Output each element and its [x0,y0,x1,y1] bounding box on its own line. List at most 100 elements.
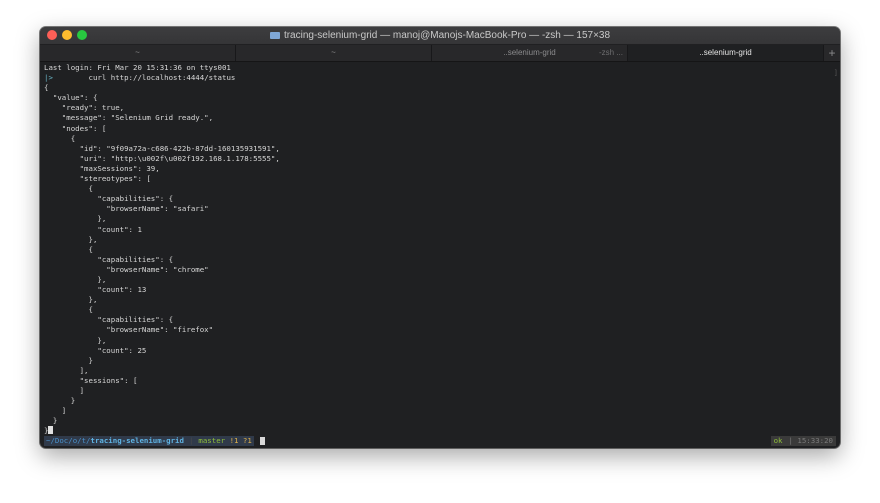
terminal-line: "value": { [44,93,836,103]
terminal-line-text: } [44,355,93,365]
path-prefix: ~/Doc/o/t/ [46,436,91,445]
terminal-line-text: }, [44,274,107,284]
terminal-line: "uri": "http:\u002f\u002f192.168.1.178:5… [44,154,836,164]
terminal-line: "maxSessions": 39, [44,164,836,174]
terminal-line-text: "capabilities": { [44,315,174,325]
window-title-text: tracing-selenium-grid — manoj@Manojs-Mac… [283,30,611,41]
terminal-line-text: "ready": true, [44,103,125,113]
terminal-line-text: { [44,133,76,143]
terminal-line: "nodes": [ [44,124,836,134]
terminal-line-text: "capabilities": { [44,254,174,264]
terminal-line: "browserName": "chrome" [44,265,836,275]
terminal-line-text: { [44,83,49,93]
tab-bar: ~ ~ ..selenium-grid -zsh ... ..selenium-g… [40,45,840,62]
terminal-line: "capabilities": { [44,315,836,325]
terminal-line: ] [44,406,836,416]
tab-4-active[interactable]: ..selenium-grid [628,45,824,61]
terminal-line-text: ], [44,365,89,375]
terminal-line-text: curl http://localhost:4444/status [52,73,236,83]
terminal-line: "ready": true, [44,103,836,113]
tab-1[interactable]: ~ [40,45,236,61]
terminal-line-text: "count": 25 [44,345,147,355]
terminal-line: "count": 13 [44,285,836,295]
prompt-marker: |> [44,73,53,83]
title-bar: tracing-selenium-grid — manoj@Manojs-Mac… [40,27,840,45]
prompt-status-bar: ~/Doc/o/t/tracing-selenium-grid | master !… [44,436,836,446]
terminal-line-text: { [44,184,93,194]
git-branch: master [198,436,226,445]
terminal-line: "id": "9f09a72a-c686-422b-87dd-160135931… [44,144,836,154]
path-dir: tracing-selenium-grid [90,436,184,445]
terminal-line: }, [44,275,836,285]
terminal-line: { [44,305,836,315]
terminal-line-text: }, [44,295,98,305]
terminal-line: { [44,83,836,93]
terminal-line: }, [44,214,836,224]
terminal-line-text: "browserName": "chrome" [44,264,209,274]
terminal-line: "sessions": [ [44,376,836,386]
terminal-window: tracing-selenium-grid — manoj@Manojs-Mac… [40,27,840,448]
tab-3-label: ..selenium-grid [503,48,556,57]
new-tab-button[interactable]: + [824,45,840,61]
plus-icon: + [828,46,836,60]
terminal-line: } [44,356,836,366]
tab-3[interactable]: ..selenium-grid -zsh ... [432,45,628,61]
terminal-line-text: "capabilities": { [44,194,174,204]
terminal-line-text: }, [44,234,98,244]
terminal-line: "count": 25 [44,346,836,356]
exit-status: ok [770,436,786,446]
terminal-line: "count": 1 [44,225,836,235]
tab-2-label: ~ [331,48,336,57]
terminal-line: { [44,184,836,194]
terminal-line-text: "uri": "http:\u002f\u002f192.168.1.178:5… [44,153,280,163]
terminal-line: "browserName": "firefox" [44,325,836,335]
terminal-line-text: "stereotypes": [ [44,174,151,184]
git-flags: !1 ?1 [229,436,252,445]
terminal-cursor [48,426,54,435]
terminal-line: }, [44,336,836,346]
folder-icon [269,32,280,39]
terminal-line: }, [44,235,836,245]
terminal-line-text: }, [44,335,107,345]
prompt-separator: | [185,436,197,446]
terminal-line: "browserName": "safari" [44,204,836,214]
right-prompt: ok | 15:33:20 [770,436,836,446]
terminal-output[interactable]: Last login: Fri Mar 20 15:31:36 on ttys0… [44,63,836,435]
terminal-line: |> curl http://localhost:4444/status [44,73,836,83]
terminal-line-text: }, [44,214,107,224]
terminal-line-text: "count": 13 [44,285,147,295]
terminal-line: { [44,245,836,255]
terminal-line: "capabilities": { [44,194,836,204]
window-title: tracing-selenium-grid — manoj@Manojs-Mac… [40,27,840,44]
terminal-line-text: { [44,244,93,254]
terminal-line: "capabilities": { [44,255,836,265]
git-status: master !1 ?1 [196,436,254,446]
terminal-line: "stereotypes": [ [44,174,836,184]
terminal-line: ], [44,366,836,376]
tab-4-label: ..selenium-grid [699,48,752,57]
terminal-line: "message": "Selenium Grid ready.", [44,113,836,123]
terminal-line-text: "sessions": [ [44,375,138,385]
tab-2[interactable]: ~ [236,45,432,61]
terminal-line-text: } [44,396,76,406]
prompt-time-value: 15:33:20 [797,436,833,445]
input-cursor[interactable] [259,437,265,445]
terminal-line-text: ] [44,406,67,416]
terminal-line-text: { [44,305,93,315]
terminal-line-text: "maxSessions": 39, [44,163,160,173]
prompt-time: | 15:33:20 [785,436,836,446]
terminal-line: }, [44,295,836,305]
terminal-line-text: "browserName": "safari" [44,204,209,214]
terminal-line-text: ] [44,386,85,395]
terminal-line: } [44,396,836,406]
terminal-line-text: "message": "Selenium Grid ready.", [44,113,214,123]
tab-3-process: -zsh ... [598,48,623,57]
terminal-line-text: "id": "9f09a72a-c686-422b-87dd-160135931… [44,143,280,153]
prompt-path: ~/Doc/o/t/tracing-selenium-grid [44,436,186,446]
terminal-line-text: "count": 1 [44,224,142,234]
terminal-line-text: "nodes": [ [44,123,107,133]
terminal-line-text: Last login: Fri Mar 20 15:31:36 on ttys0… [44,63,231,72]
scroll-indicator: ] [833,69,838,77]
tab-1-label: ~ [135,48,140,57]
terminal-line-text: "browserName": "firefox" [44,325,214,335]
